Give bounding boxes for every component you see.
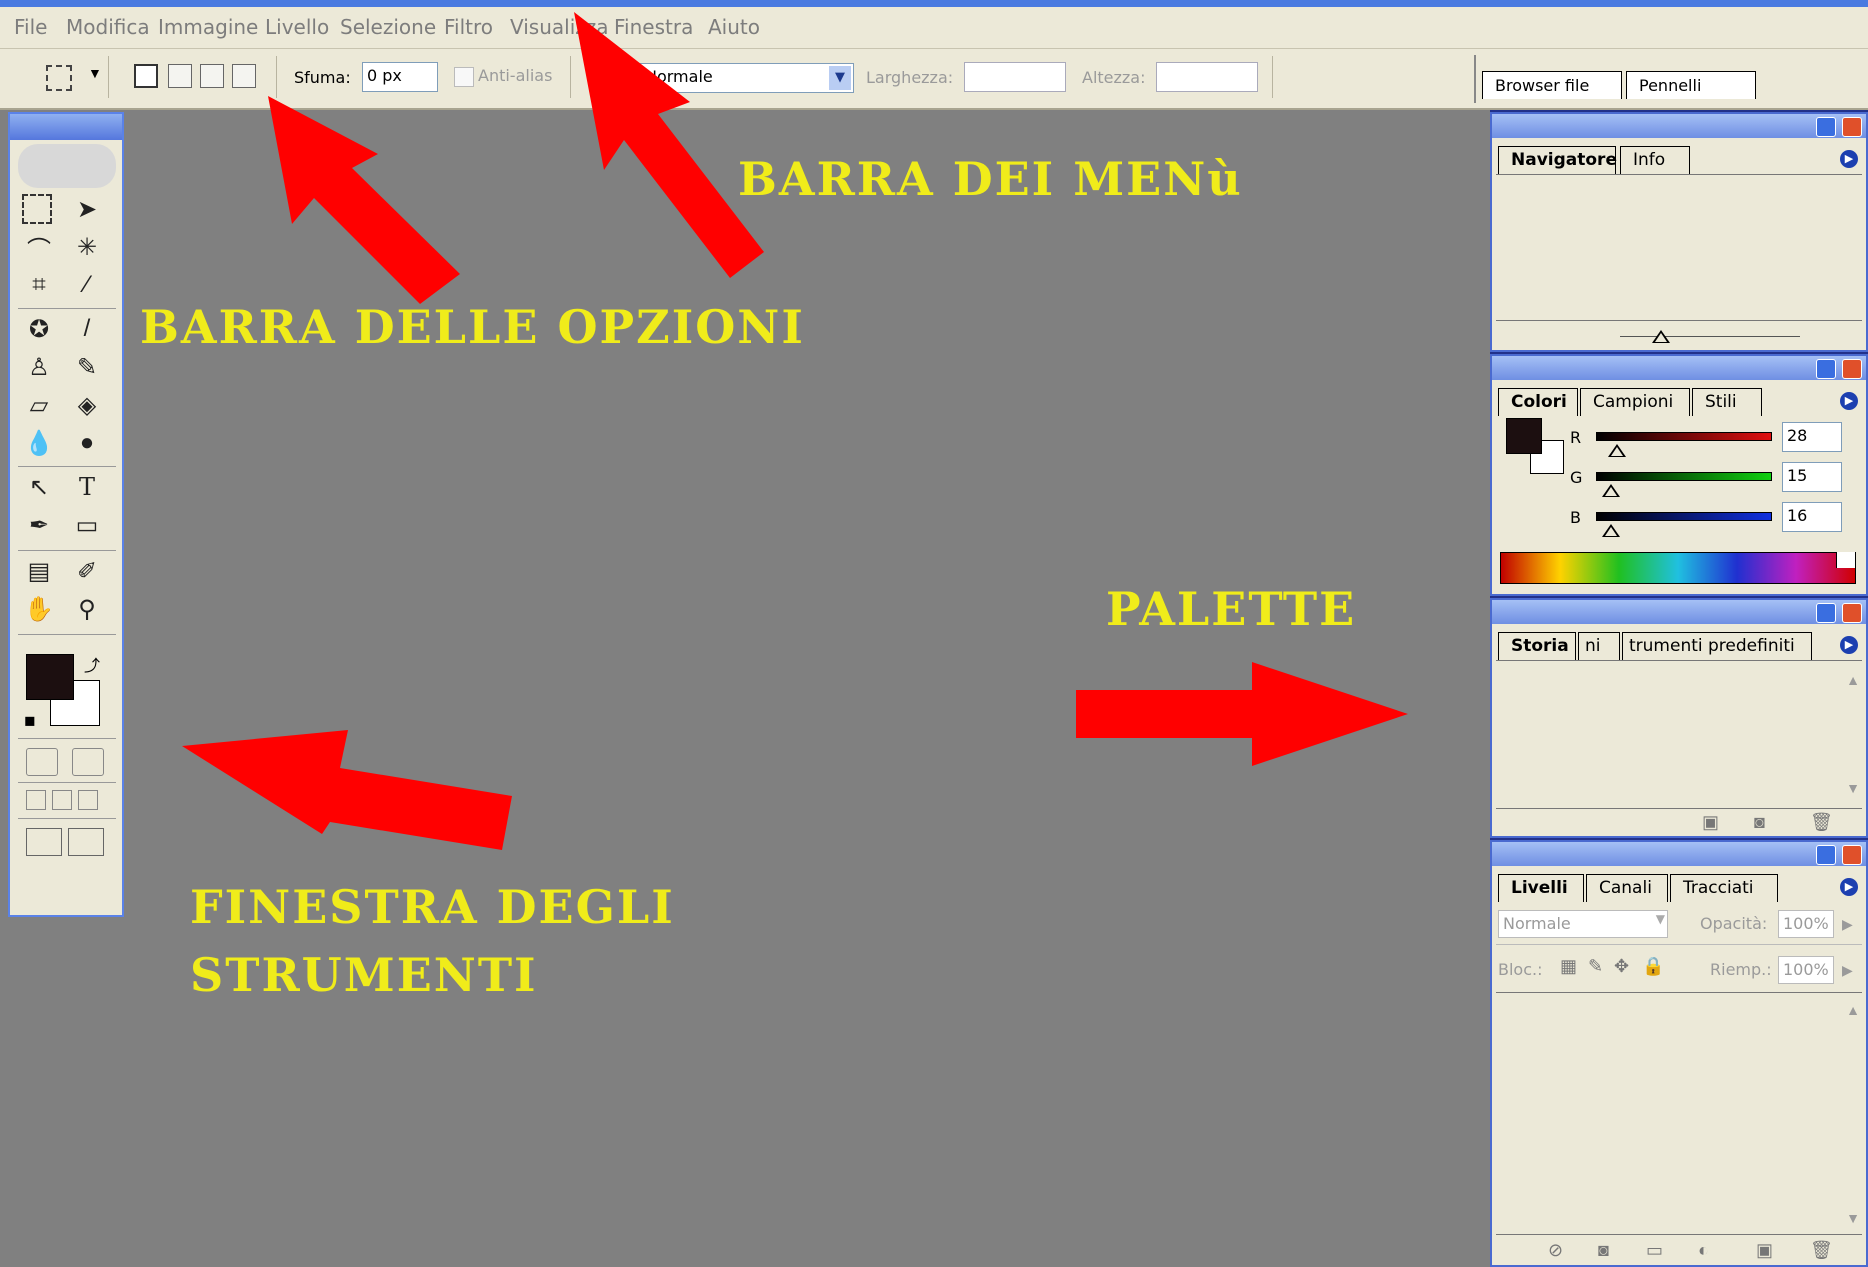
lock-transparency-icon[interactable]: ▦ xyxy=(1560,956,1577,977)
tab-navigatore[interactable]: Navigatore xyxy=(1498,146,1617,174)
palette-divider xyxy=(1496,992,1862,993)
arrow-to-menu-bar xyxy=(574,12,764,278)
zoom-slider[interactable] xyxy=(1620,336,1800,337)
layer-mask-icon[interactable]: ◙ xyxy=(1598,1240,1609,1261)
label-options-bar: BARRA DELLE OPZIONI xyxy=(140,300,805,354)
red-label: R xyxy=(1570,428,1582,447)
palette-title-bar[interactable] xyxy=(1492,842,1866,866)
minimize-icon[interactable] xyxy=(1816,359,1836,379)
opacity-arrow-icon[interactable]: ▶ xyxy=(1842,916,1853,933)
green-label: G xyxy=(1570,468,1583,487)
tab-browser-file[interactable]: Browser file xyxy=(1482,71,1622,99)
minimize-icon[interactable] xyxy=(1816,117,1836,137)
tab-livelli[interactable]: Livelli xyxy=(1498,874,1584,902)
tab-tracciati[interactable]: Tracciati xyxy=(1670,874,1778,902)
blue-slider-thumb[interactable] xyxy=(1602,524,1620,537)
color-ramp[interactable] xyxy=(1500,552,1856,584)
layers-palette: Livelli Canali Tracciati ▶ Normale ▼ Opa… xyxy=(1490,840,1868,1267)
palette-divider xyxy=(1496,660,1862,661)
palette-divider xyxy=(1496,808,1862,809)
tab-storia[interactable]: Storia xyxy=(1498,632,1576,660)
scroll-up-icon[interactable]: ▲ xyxy=(1846,1002,1860,1018)
label-toolbox-line2: STRUMENTI xyxy=(190,948,538,1002)
fill-arrow-icon[interactable]: ▶ xyxy=(1842,962,1853,979)
green-slider-thumb[interactable] xyxy=(1602,484,1620,497)
chevron-down-icon[interactable]: ▼ xyxy=(1656,912,1665,926)
tab-strumenti-predefiniti[interactable]: trumenti predefiniti xyxy=(1622,632,1812,660)
layer-style-icon[interactable]: ⊘ xyxy=(1548,1240,1563,1261)
palette-title-bar[interactable] xyxy=(1492,356,1866,380)
trash-icon[interactable]: 🗑 xyxy=(1810,1240,1833,1261)
palette-divider xyxy=(1496,320,1862,321)
scroll-up-icon[interactable]: ▲ xyxy=(1846,672,1860,688)
close-icon[interactable] xyxy=(1842,117,1862,137)
palette-divider xyxy=(1496,1234,1862,1235)
scroll-down-icon[interactable]: ▼ xyxy=(1846,1210,1860,1226)
blend-mode-value: Normale xyxy=(1503,914,1571,933)
opacity-label: Opacità: xyxy=(1700,914,1768,933)
arrow-to-options-bar xyxy=(268,96,460,304)
adjustment-layer-icon[interactable]: ◐ xyxy=(1698,1240,1709,1261)
layer-set-icon[interactable]: ▭ xyxy=(1646,1240,1663,1261)
new-document-from-state-icon[interactable]: ▣ xyxy=(1702,812,1719,833)
snapshot-icon[interactable]: ◙ xyxy=(1754,812,1765,833)
palette-menu-icon[interactable]: ▶ xyxy=(1840,392,1858,410)
palette-divider xyxy=(1496,944,1862,945)
tab-colori[interactable]: Colori xyxy=(1498,388,1578,416)
blue-input[interactable]: 16 xyxy=(1782,502,1842,532)
fill-label: Riemp.: xyxy=(1710,960,1772,979)
palette-menu-icon[interactable]: ▶ xyxy=(1840,150,1858,168)
palette-well: Browser file Pennelli xyxy=(1474,55,1868,103)
color-ramp-white[interactable] xyxy=(1836,552,1855,568)
palette-title-bar[interactable] xyxy=(1492,600,1866,624)
palette-menu-icon[interactable]: ▶ xyxy=(1840,636,1858,654)
green-slider[interactable] xyxy=(1596,472,1772,481)
red-slider-thumb[interactable] xyxy=(1608,444,1626,457)
green-input[interactable]: 15 xyxy=(1782,462,1842,492)
palette-divider xyxy=(1496,174,1862,175)
tab-pennelli[interactable]: Pennelli xyxy=(1626,71,1756,99)
close-icon[interactable] xyxy=(1842,603,1862,623)
palette-menu-icon[interactable]: ▶ xyxy=(1840,878,1858,896)
label-menu-bar: BARRA DEI MENù xyxy=(738,152,1243,206)
foreground-color-swatch[interactable] xyxy=(1506,418,1542,454)
navigator-palette: Navigatore Info ▶ xyxy=(1490,112,1868,352)
label-palette: PALETTE xyxy=(1106,582,1357,636)
lock-position-icon[interactable]: ✥ xyxy=(1614,956,1629,977)
blue-slider[interactable] xyxy=(1596,512,1772,521)
tab-campioni[interactable]: Campioni xyxy=(1580,388,1690,416)
new-layer-icon[interactable]: ▣ xyxy=(1756,1240,1773,1261)
close-icon[interactable] xyxy=(1842,359,1862,379)
red-input[interactable]: 28 xyxy=(1782,422,1842,452)
arrow-to-toolbox xyxy=(182,730,512,850)
close-icon[interactable] xyxy=(1842,845,1862,865)
red-slider[interactable] xyxy=(1596,432,1772,441)
lock-pixels-icon[interactable]: ✎ xyxy=(1588,956,1603,977)
tab-canali[interactable]: Canali xyxy=(1586,874,1668,902)
lock-label: Bloc.: xyxy=(1498,960,1543,979)
tab-info[interactable]: Info xyxy=(1620,146,1690,174)
colors-palette: Colori Campioni Stili ▶ R 28 G 15 B 16 xyxy=(1490,354,1868,596)
palette-title-bar[interactable] xyxy=(1492,114,1866,138)
scroll-down-icon[interactable]: ▼ xyxy=(1846,780,1860,796)
trash-icon[interactable]: 🗑 xyxy=(1810,812,1833,833)
history-palette: Storia ni trumenti predefiniti ▶ ▲ ▼ ▣ ◙… xyxy=(1490,598,1868,838)
opacity-input[interactable]: 100% xyxy=(1778,910,1834,938)
blend-mode-select[interactable]: Normale ▼ xyxy=(1498,910,1668,938)
fill-input[interactable]: 100% xyxy=(1778,956,1834,984)
blue-label: B xyxy=(1570,508,1581,527)
minimize-icon[interactable] xyxy=(1816,845,1836,865)
lock-all-icon[interactable]: 🔒 xyxy=(1642,956,1664,977)
minimize-icon[interactable] xyxy=(1816,603,1836,623)
zoom-slider-thumb[interactable] xyxy=(1652,330,1670,343)
tab-azioni[interactable]: ni xyxy=(1578,632,1620,660)
label-toolbox-line1: FINESTRA DEGLI xyxy=(190,880,675,934)
tab-stili[interactable]: Stili xyxy=(1692,388,1762,416)
arrow-to-palette xyxy=(1076,662,1408,766)
